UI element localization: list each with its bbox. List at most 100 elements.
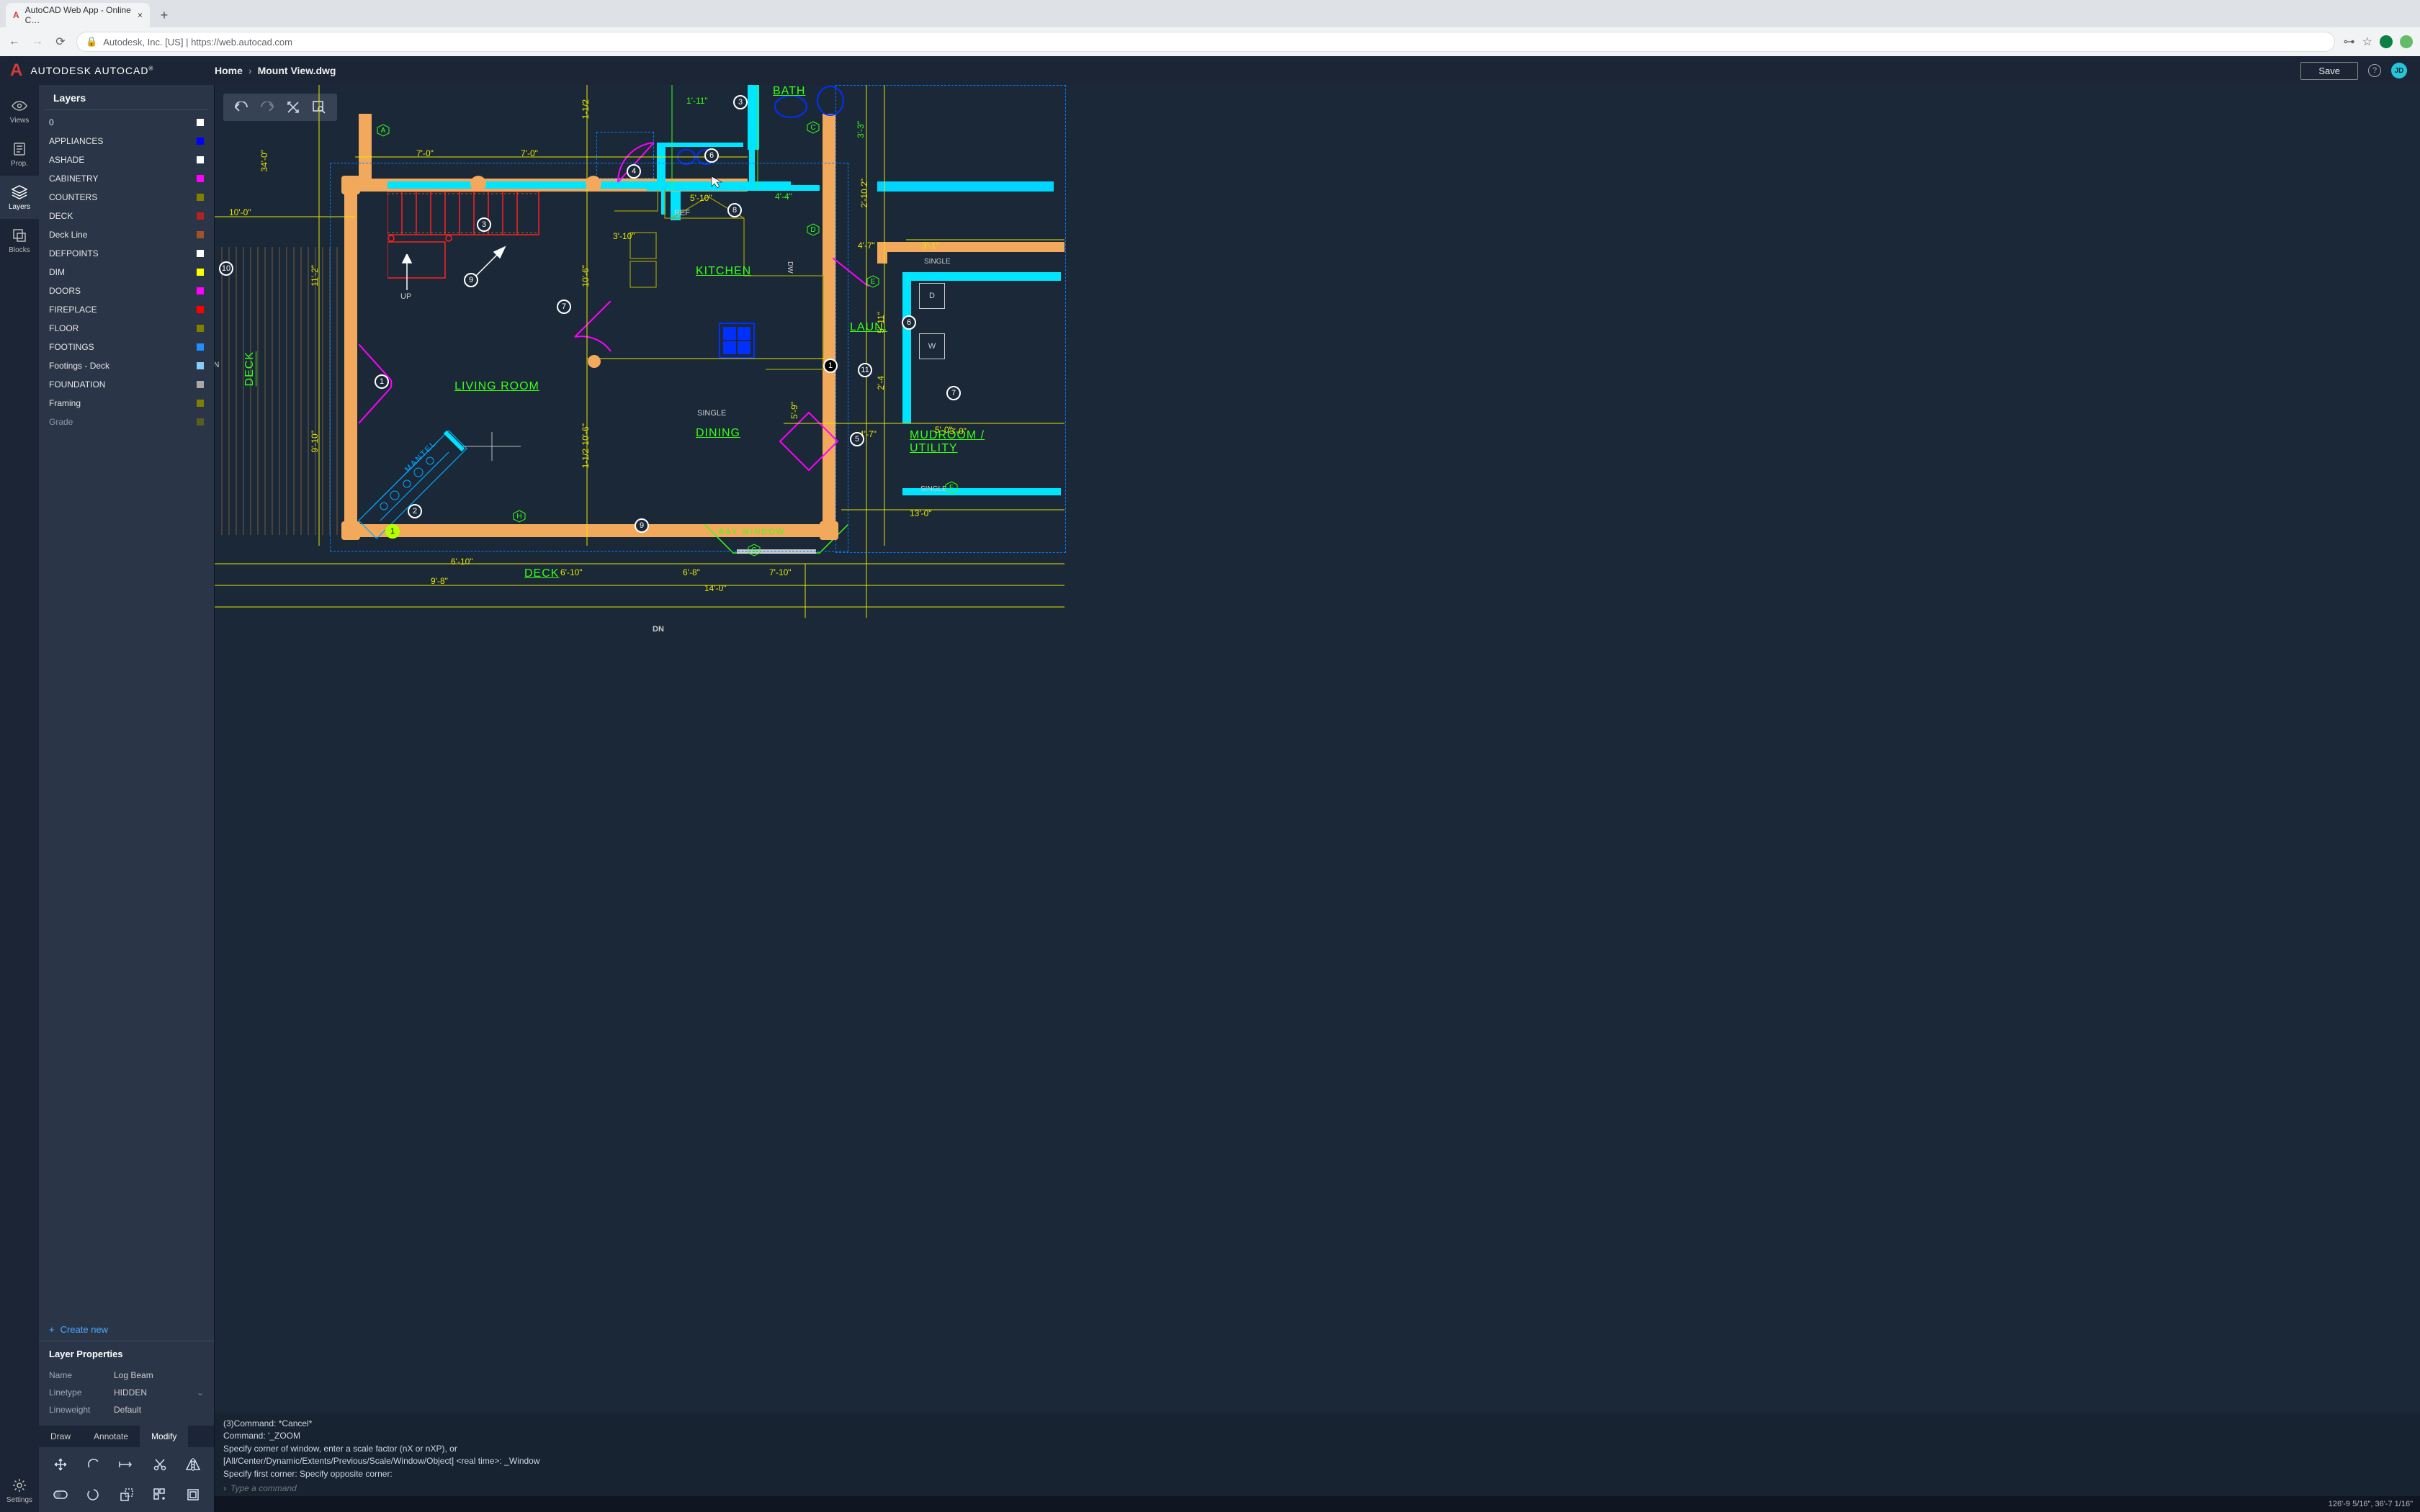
breadcrumb-home[interactable]: Home [215,65,243,76]
command-input-row: › [223,1480,2411,1493]
layer-name: Framing [49,398,81,408]
layer-swatch [197,343,204,351]
layer-swatch [197,362,204,369]
room-kitchen: KITCHEN [696,265,751,278]
url-field[interactable]: 🔒 Autodesk, Inc. [US] | https://web.auto… [76,32,2335,52]
hex-c: C [807,121,820,134]
layer-row[interactable]: Grade [39,413,214,431]
layer-row[interactable]: FOUNDATION [39,375,214,394]
star-icon[interactable]: ☆ [2362,35,2372,49]
layer-name: 0 [49,117,54,127]
tab-modify[interactable]: Modify [140,1426,188,1447]
layer-row[interactable]: ASHADE [39,150,214,169]
offset-tool[interactable] [183,1486,203,1503]
arrow-up [398,254,420,294]
rotate-tool[interactable] [84,1456,104,1473]
layer-row[interactable]: COUNTERS [39,188,214,207]
layer-row[interactable]: APPLIANCES [39,132,214,150]
layer-row[interactable]: DECK [39,207,214,225]
prop-name: Name Log Beam [49,1367,204,1384]
marker-6a: 6 [704,148,719,163]
layer-row[interactable]: Framing [39,394,214,413]
brand-sub: AUTOCAD [94,65,148,76]
command-input[interactable] [230,1483,447,1493]
back-icon[interactable]: ← [7,35,22,49]
cmd-line-4: [All/Center/Dynamic/Extents/Previous/Sca… [223,1455,2411,1467]
undo-tool[interactable] [84,1486,104,1503]
address-bar: ← → ⟳ 🔒 Autodesk, Inc. [US] | https://we… [0,27,2420,56]
layer-row[interactable]: Footings - Deck [39,356,214,375]
marker-5: 5 [850,432,864,446]
layer-row[interactable]: 0 [39,113,214,132]
layer-row[interactable]: Deck Line [39,225,214,244]
layer-row[interactable]: FOOTINGS [39,338,214,356]
layer-name: FOUNDATION [49,379,105,390]
cmd-line-1: (3)Command: *Cancel* [223,1418,2411,1430]
browser-chrome: A AutoCAD Web App - Online C… × + ← → ⟳ … [0,0,2420,56]
key-icon[interactable]: ⊶ [2344,35,2355,49]
tab-draw[interactable]: Draw [39,1426,82,1447]
label-single-mid: SINGLE [697,409,726,418]
rail-properties[interactable]: Prop. [0,132,39,176]
forward-icon: → [30,35,45,49]
edit-mode-area: Draw Annotate Modify [39,1426,214,1512]
layer-row[interactable]: CABINETRY [39,169,214,188]
plus-icon: + [49,1324,55,1335]
reload-icon[interactable]: ⟳ [53,35,68,49]
layer-row[interactable]: DIM [39,263,214,282]
layer-row[interactable]: DEFPOINTS [39,244,214,263]
rail-blocks[interactable]: Blocks [0,219,39,262]
layer-swatch [197,400,204,407]
layer-name: Grade [49,417,73,427]
layer-row[interactable]: FIREPLACE [39,300,214,319]
marker-1b: 1 [823,359,838,373]
dimension-tool[interactable] [117,1456,137,1473]
layer-list[interactable]: 0 APPLIANCES ASHADECABINETRYCOUNTERS DECK De… [39,110,214,1318]
layer-name: DECK [49,211,73,221]
drawing-canvas[interactable]: D W [215,85,2420,1512]
rail-layers[interactable]: Layers [0,176,39,219]
drawing-content: D W [215,85,2420,1512]
layer-swatch [197,269,204,276]
marker-8: 8 [727,203,742,217]
stretch-tool[interactable] [50,1486,71,1503]
save-button[interactable]: Save [2300,62,2358,80]
layer-row[interactable]: DOORS [39,282,214,300]
command-area: (3)Command: *Cancel* Command: '_ZOOM Spe… [215,1413,2420,1496]
move-tool[interactable] [50,1456,71,1473]
trim-tool[interactable] [150,1456,170,1473]
layer-swatch [197,119,204,126]
rail-settings[interactable]: Settings [0,1469,39,1512]
tab-annotate[interactable]: Annotate [82,1426,140,1447]
create-new-layer[interactable]: + Create new [39,1318,214,1341]
help-icon[interactable]: ? [2368,64,2381,77]
layer-row[interactable]: FLOOR [39,319,214,338]
browser-tab[interactable]: A AutoCAD Web App - Online C… × [6,3,150,27]
label-single-bot: SINGLE [920,485,947,493]
rail-views[interactable]: Views [0,89,39,132]
status-bar: 126'-9 5/16", 36'-7 1/16" [215,1496,2420,1512]
array-tool[interactable] [150,1486,170,1503]
prop-lineweight: Lineweight Default [49,1401,204,1418]
tool-rail: Views Prop. Layers Blocks Settings [0,85,39,1512]
marker-10: 10 [219,261,233,276]
layer-name: DIM [49,267,65,277]
autocad-favicon: A [13,10,19,20]
user-avatar[interactable]: JD [2391,63,2407,78]
layer-swatch [197,231,204,238]
edit-tabs: Draw Annotate Modify [39,1426,214,1447]
layers-icon [12,184,27,200]
mirror-tool[interactable] [183,1456,203,1473]
prop-linetype[interactable]: Linetype HIDDEN⌄ [49,1384,204,1401]
scale-tool[interactable] [117,1486,137,1503]
panel-title: Layers [45,85,208,110]
layer-name: APPLIANCES [49,136,103,146]
breadcrumb-file: Mount View.dwg [258,65,336,76]
side-panel: Layers 0 APPLIANCES ASHADECABINETRYCOUNTER… [39,85,215,1512]
modify-tools [39,1447,214,1512]
profile-dot-2[interactable] [2400,35,2413,48]
profile-dot-1[interactable] [2380,35,2393,48]
new-tab-button[interactable]: + [154,5,174,25]
close-tab-icon[interactable]: × [138,10,143,20]
marker-4: 4 [627,164,641,179]
